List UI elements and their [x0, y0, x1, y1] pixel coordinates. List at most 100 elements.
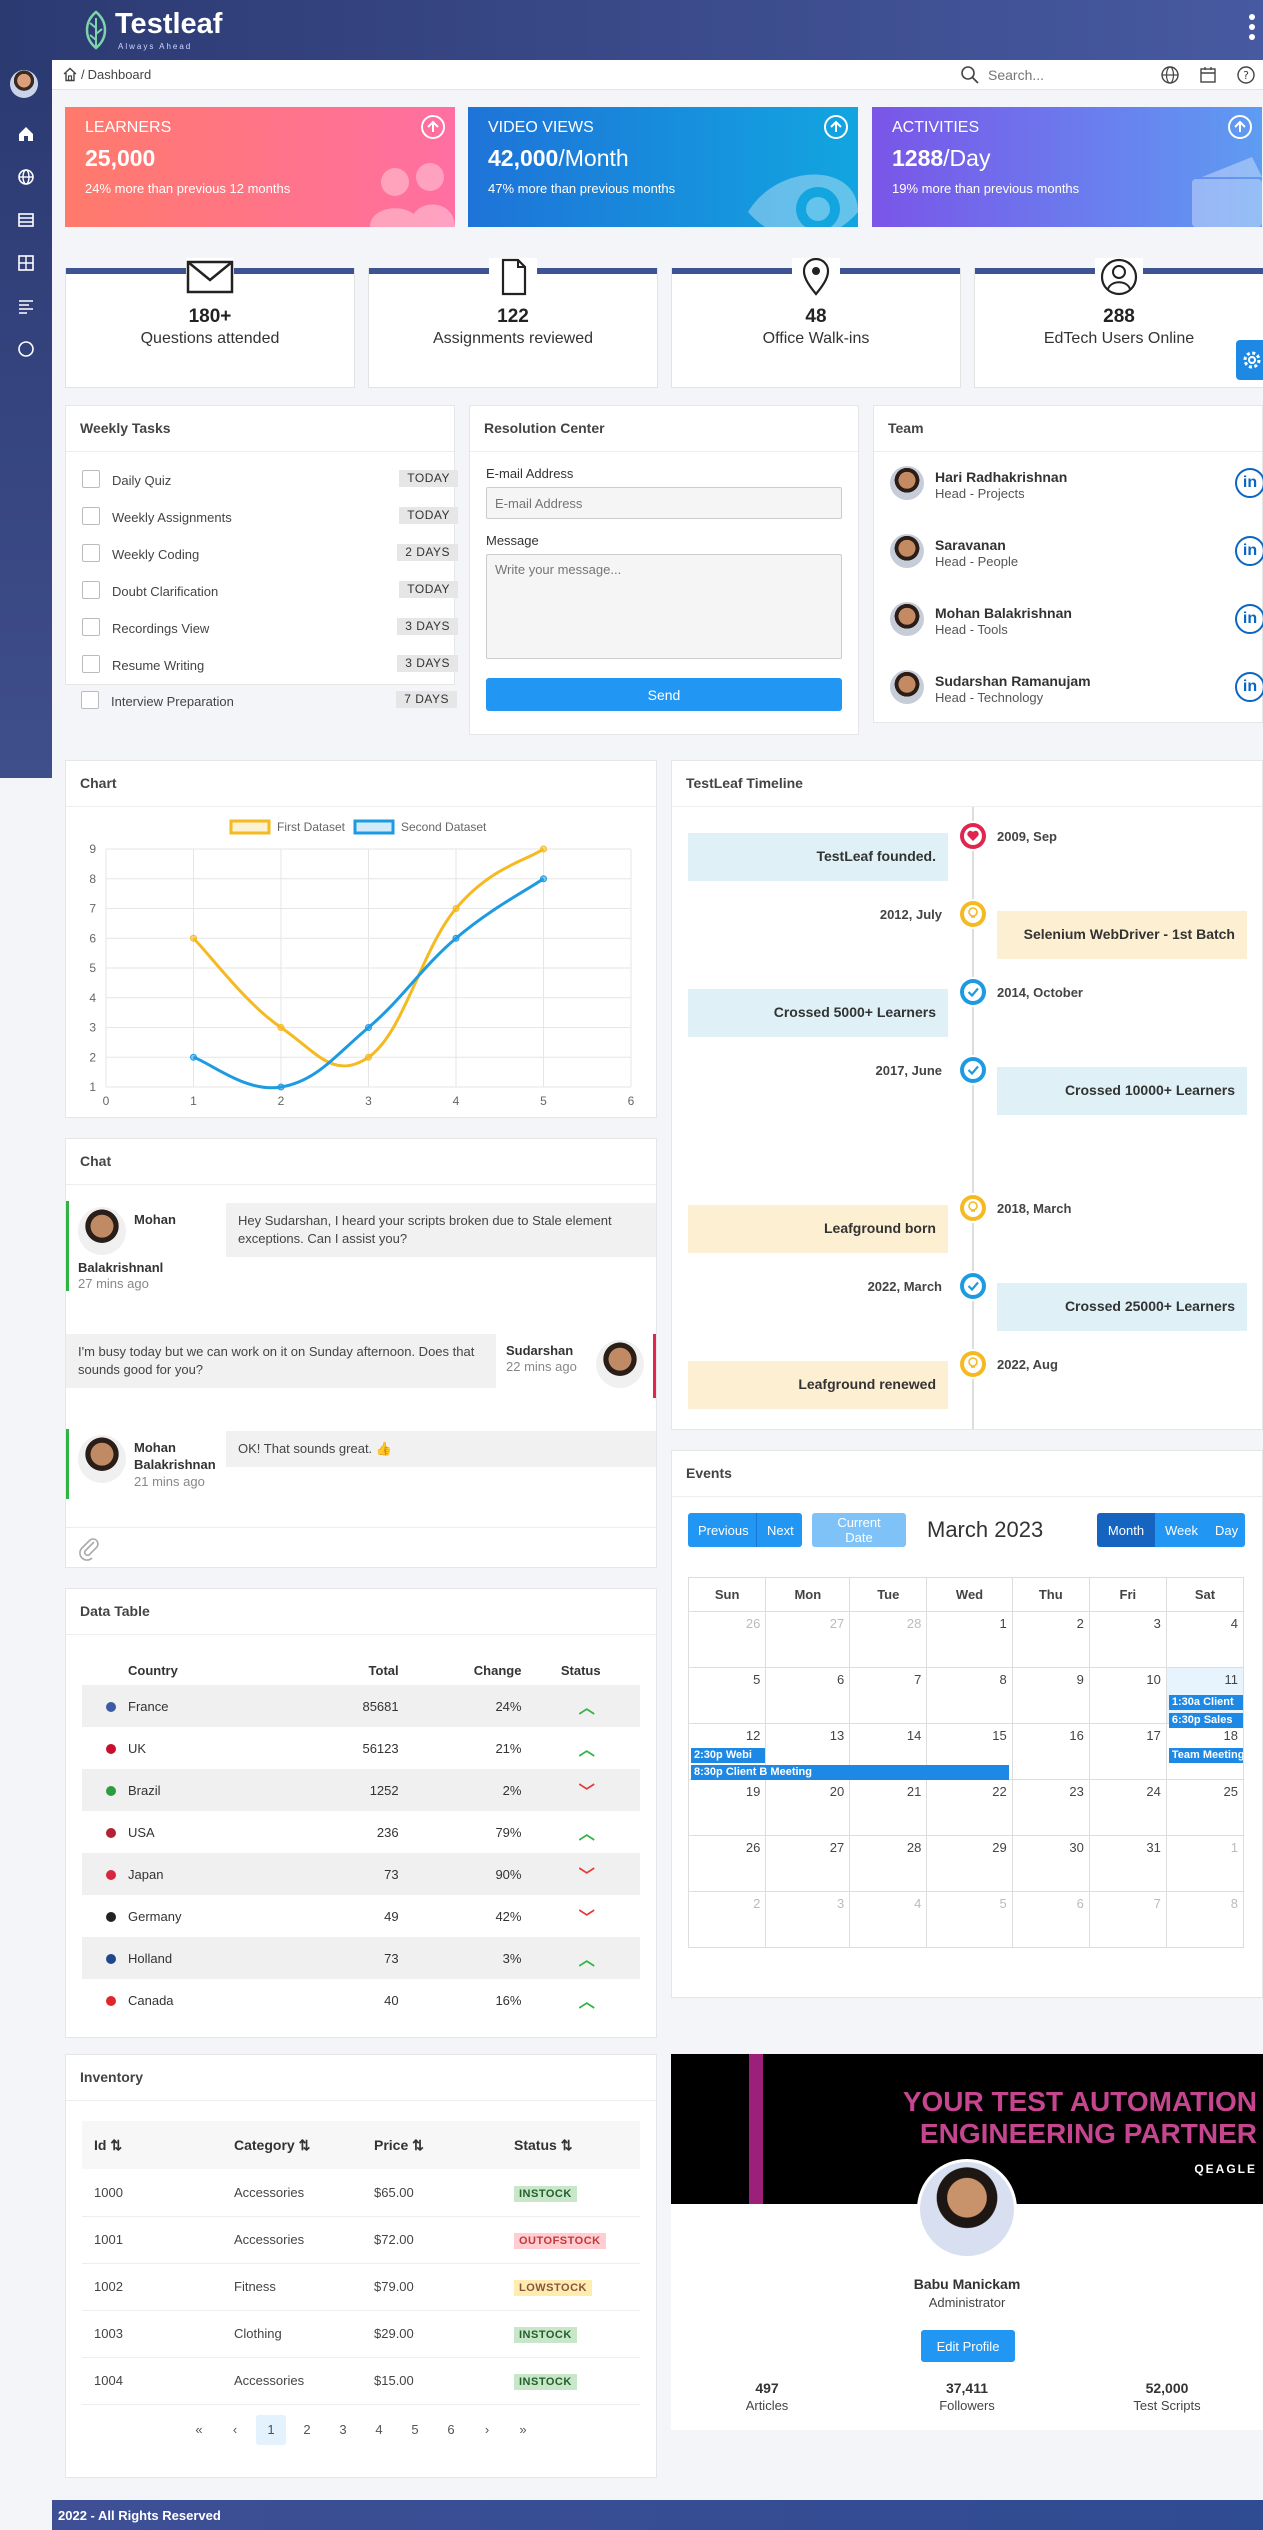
calendar-day[interactable]: 1: [926, 1611, 1013, 1668]
page-button[interactable]: 3: [328, 2415, 358, 2445]
calendar-day[interactable]: 12 2:30p Webi 8:30p Client B Meeting: [687, 1723, 1009, 1780]
calendar-day[interactable]: 4: [849, 1891, 928, 1948]
calendar-day[interactable]: 23: [1011, 1779, 1090, 1836]
week-view-button[interactable]: Week: [1155, 1513, 1205, 1547]
task-item[interactable]: Weekly Assignments TODAY: [82, 505, 458, 527]
calendar-day[interactable]: 6: [1011, 1891, 1090, 1948]
last-page-icon[interactable]: »: [508, 2415, 538, 2445]
email-field[interactable]: [486, 487, 842, 519]
calendar-day[interactable]: 15: [926, 1723, 1013, 1780]
home-icon[interactable]: [62, 67, 78, 82]
linkedin-icon[interactable]: in: [1235, 672, 1263, 702]
previous-button[interactable]: Previous: [688, 1513, 756, 1547]
help-icon[interactable]: ?: [1236, 65, 1256, 85]
table-row[interactable]: Canada 40 16% ︿: [82, 1979, 640, 2021]
calendar-day[interactable]: 26: [687, 1835, 767, 1892]
data-point[interactable]: [190, 934, 197, 942]
task-checkbox[interactable]: [82, 507, 100, 525]
task-checkbox[interactable]: [82, 655, 100, 673]
calendar-day[interactable]: 28: [849, 1835, 928, 1892]
list-icon[interactable]: [15, 209, 37, 231]
arrow-up-icon[interactable]: [421, 115, 445, 139]
calendar-day[interactable]: 24: [1088, 1779, 1167, 1836]
calendar-day[interactable]: 27: [765, 1835, 851, 1892]
table-row[interactable]: 1002 Fitness $79.00 LOWSTOCK: [82, 2263, 640, 2311]
next-page-icon[interactable]: ›: [472, 2415, 502, 2445]
task-item[interactable]: Weekly Coding 2 DAYS: [82, 542, 458, 564]
next-button[interactable]: Next: [756, 1513, 802, 1547]
calendar-day[interactable]: 26: [687, 1611, 767, 1668]
arrow-up-icon[interactable]: [1228, 115, 1252, 139]
table-row[interactable]: Brazil 1252 2% ﹀: [82, 1769, 640, 1811]
edit-profile-button[interactable]: Edit Profile: [921, 2330, 1015, 2362]
home-icon[interactable]: [15, 123, 37, 145]
current-date-button[interactable]: Current Date: [812, 1513, 906, 1547]
paperclip-icon[interactable]: [76, 1535, 102, 1561]
calendar-day[interactable]: 9: [1011, 1667, 1090, 1724]
calendar-day[interactable]: 4: [1165, 1611, 1245, 1668]
table-row[interactable]: Holland 73 3% ︿: [82, 1937, 640, 1979]
prev-page-icon[interactable]: ‹: [220, 2415, 250, 2445]
page-button[interactable]: 6: [436, 2415, 466, 2445]
kpi-activities[interactable]: ACTIVITIES 1288/Day 19% more than previo…: [872, 107, 1262, 227]
column-header[interactable]: Country: [82, 1655, 311, 1685]
avatar[interactable]: [10, 70, 38, 98]
calendar-day[interactable]: 11 1:30a Client 6:30p Sales: [1165, 1667, 1245, 1728]
table-row[interactable]: 1001 Accessories $72.00 OUTOFSTOCK: [82, 2216, 640, 2264]
message-field[interactable]: [486, 554, 842, 659]
table-row[interactable]: USA 236 79% ︿: [82, 1811, 640, 1853]
calendar-event[interactable]: 2:30p Webi: [691, 1748, 765, 1763]
task-item[interactable]: Doubt Clarification TODAY: [82, 579, 458, 601]
column-header[interactable]: Status: [533, 1655, 640, 1685]
calendar-day[interactable]: 30: [1011, 1835, 1090, 1892]
calendar-day[interactable]: 7: [1088, 1891, 1167, 1948]
calendar-day[interactable]: 14: [849, 1723, 928, 1780]
calendar-day[interactable]: 25: [1165, 1779, 1245, 1836]
task-item[interactable]: Interview Preparation 7 DAYS: [81, 689, 457, 711]
column-header[interactable]: Status ⇅: [502, 2121, 640, 2169]
task-item[interactable]: Recordings View 3 DAYS: [82, 616, 458, 638]
send-button[interactable]: Send: [486, 678, 842, 711]
calendar-day[interactable]: 3: [765, 1891, 851, 1948]
page-button[interactable]: 1: [256, 2415, 286, 2445]
task-item[interactable]: Daily Quiz TODAY: [82, 468, 458, 490]
first-page-icon[interactable]: «: [184, 2415, 214, 2445]
table-row[interactable]: 1003 Clothing $29.00 INSTOCK: [82, 2310, 640, 2358]
task-checkbox[interactable]: [82, 470, 100, 488]
table-row[interactable]: UK 56123 21% ︿: [82, 1727, 640, 1769]
calendar-day[interactable]: 1: [1165, 1835, 1245, 1892]
column-header[interactable]: Category ⇅: [222, 2121, 362, 2169]
task-checkbox[interactable]: [82, 544, 100, 562]
sort-icon[interactable]: ⇅: [412, 2137, 424, 2153]
linkedin-icon[interactable]: in: [1235, 468, 1263, 498]
calendar-day[interactable]: 6: [765, 1667, 851, 1724]
calendar-event[interactable]: 1:30a Client: [1168, 1695, 1243, 1710]
month-view-button[interactable]: Month: [1097, 1513, 1155, 1547]
linkedin-icon[interactable]: in: [1235, 604, 1263, 634]
settings-button[interactable]: [1236, 340, 1263, 380]
data-point[interactable]: [452, 934, 460, 942]
arrow-up-icon[interactable]: [824, 115, 848, 139]
calendar-day[interactable]: 31: [1088, 1835, 1167, 1892]
table-row[interactable]: 1004 Accessories $15.00 INSTOCK: [82, 2357, 640, 2405]
calendar-day[interactable]: 3: [1088, 1611, 1167, 1668]
data-point[interactable]: [365, 1053, 372, 1061]
day-view-button[interactable]: Day: [1205, 1513, 1245, 1547]
calendar-day[interactable]: 21: [849, 1779, 928, 1836]
page-button[interactable]: 4: [364, 2415, 394, 2445]
calendar-icon[interactable]: [1198, 65, 1218, 85]
page-button[interactable]: 5: [400, 2415, 430, 2445]
task-item[interactable]: Resume Writing 3 DAYS: [82, 653, 458, 675]
kpi-learners[interactable]: LEARNERS 25,000 24% more than previous 1…: [65, 107, 455, 227]
calendar-day[interactable]: 29: [926, 1835, 1013, 1892]
calendar-day[interactable]: 17: [1088, 1723, 1167, 1780]
data-point[interactable]: [190, 1053, 197, 1061]
table-row[interactable]: 1000 Accessories $65.00 INSTOCK: [82, 2169, 640, 2217]
column-header[interactable]: Id ⇅: [82, 2121, 222, 2169]
legend-item[interactable]: First Dataset: [229, 819, 346, 835]
globe-icon[interactable]: [15, 166, 37, 188]
column-header[interactable]: Change: [411, 1655, 534, 1685]
calendar-day[interactable]: 13: [765, 1723, 851, 1780]
sort-icon[interactable]: ⇅: [110, 2137, 122, 2153]
calendar-day[interactable]: 28: [849, 1611, 928, 1668]
